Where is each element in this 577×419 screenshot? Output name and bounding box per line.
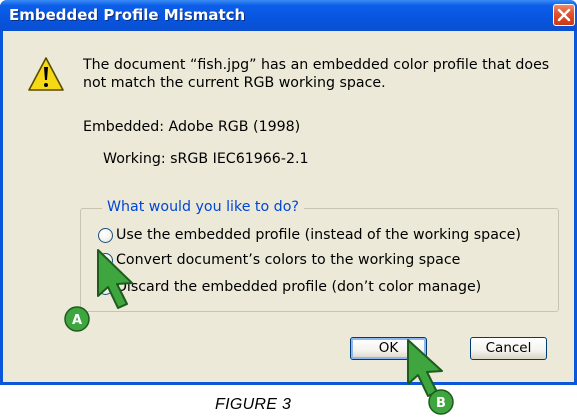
option-label: Convert document’s colors to the working…: [116, 252, 461, 268]
mismatch-message: The document “fish.jpg” has an embedded …: [83, 57, 550, 91]
close-button[interactable]: [553, 4, 575, 26]
figure-caption: FIGURE 3: [215, 396, 292, 413]
callout-label-b: B: [436, 396, 446, 411]
callout-pointer-a: A: [64, 249, 133, 332]
callout-pointer-b: B: [407, 339, 454, 415]
options-legend: What would you like to do?: [102, 199, 304, 215]
option-label: Discard the embedded profile (don’t colo…: [116, 279, 482, 295]
title-bar[interactable]: Embedded Profile Mismatch: [0, 0, 577, 31]
close-icon: [557, 8, 571, 22]
radio-use-embedded[interactable]: [98, 228, 113, 243]
callout-label-a: A: [72, 313, 82, 328]
working-space-text: Working: sRGB IEC61966-2.1: [103, 151, 309, 167]
dialog-title: Embedded Profile Mismatch: [9, 6, 246, 24]
cancel-button[interactable]: Cancel: [470, 337, 547, 360]
option-label: Use the embedded profile (instead of the…: [116, 227, 521, 243]
warning-icon: [28, 57, 64, 91]
embedded-profile-text: Embedded: Adobe RGB (1998): [83, 119, 301, 135]
